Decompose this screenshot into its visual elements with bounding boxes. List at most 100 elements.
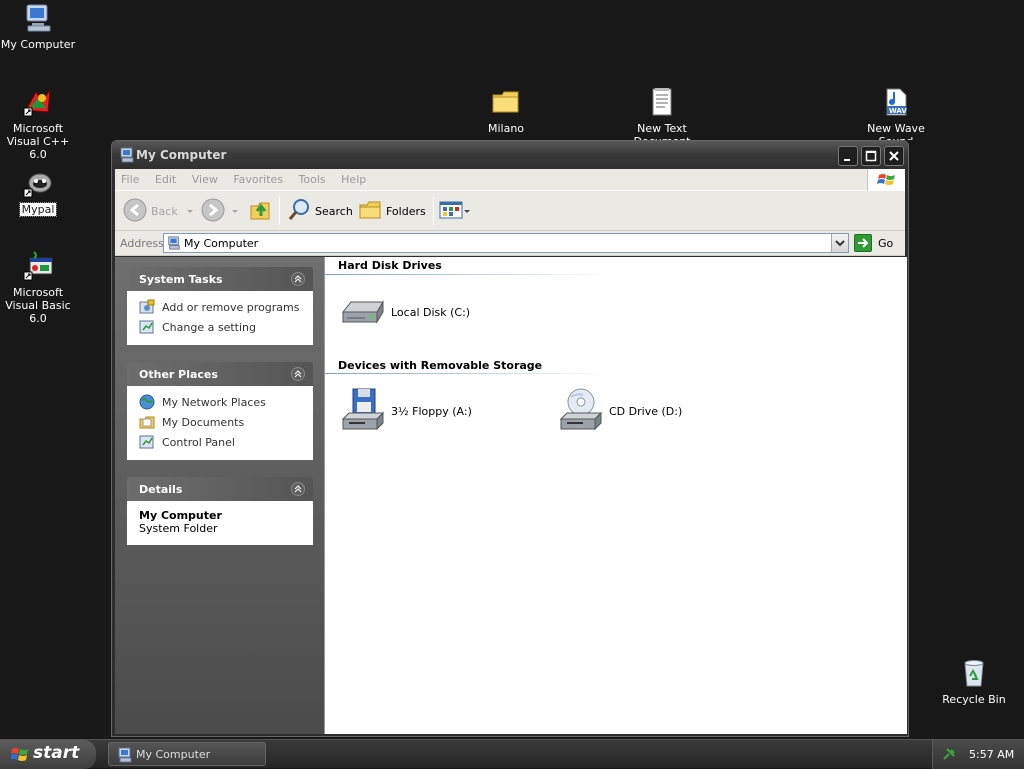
- desktop-icon-label: New Wave Sound: [867, 122, 925, 140]
- drive-label: CD Drive (D:): [609, 404, 683, 418]
- search-label: Search: [315, 204, 353, 218]
- my-network-places-link[interactable]: My Network Places: [139, 392, 303, 412]
- folders-button[interactable]: Folders: [358, 197, 426, 225]
- menu-favorites[interactable]: Favorites: [227, 169, 289, 186]
- forward-button[interactable]: [201, 197, 238, 225]
- control-panel-icon: [139, 434, 155, 450]
- control-panel-link[interactable]: Control Panel: [139, 432, 303, 452]
- system-tasks-panel: System Tasks Add or remove programs Chan…: [127, 267, 313, 345]
- my-documents-link[interactable]: My Documents: [139, 412, 303, 432]
- group-header-hard-disk-drives: Hard Disk Drives: [338, 259, 442, 272]
- details-type: System Folder: [139, 522, 218, 535]
- task-pane: System Tasks Add or remove programs Chan…: [115, 257, 324, 734]
- mypal-icon: [22, 167, 54, 199]
- collapse-chevron-icon[interactable]: [291, 482, 305, 496]
- svg-text:WAV: WAV: [889, 107, 907, 115]
- desktop-icon-label: Recycle Bin: [942, 693, 1006, 706]
- details-panel: Details My Computer System Folder: [127, 477, 313, 545]
- collapse-chevron-icon[interactable]: [291, 272, 305, 286]
- details-body: My Computer System Folder: [127, 501, 313, 545]
- desktop-icon-label: New Text Document: [634, 122, 691, 140]
- desktop-icon-label: Microsoft Visual Basic 6.0: [5, 286, 71, 325]
- start-button[interactable]: start: [0, 740, 96, 769]
- up-folder-icon: [249, 198, 273, 225]
- details-name: My Computer: [139, 509, 222, 522]
- safely-remove-hardware-icon[interactable]: [942, 747, 956, 761]
- my-computer-icon: [167, 236, 181, 250]
- views-icon: [439, 199, 463, 224]
- go-arrow-icon: [854, 234, 872, 252]
- views-button[interactable]: [439, 197, 470, 225]
- panel-title: System Tasks: [139, 273, 223, 286]
- window-titlebar[interactable]: My Computer: [112, 141, 908, 169]
- close-button[interactable]: [884, 146, 904, 166]
- floppy-drive-icon: [339, 387, 387, 435]
- taskbar-item-my-computer[interactable]: My Computer: [108, 742, 266, 766]
- taskbar: start My Computer 5:57 AM: [0, 739, 1024, 769]
- menu-edit[interactable]: Edit: [149, 169, 182, 186]
- search-button[interactable]: Search: [287, 197, 353, 225]
- desktop-icon-visual-cpp[interactable]: Microsoft Visual C++ 6.0: [0, 86, 80, 161]
- other-places-panel: Other Places My Network Places My Docume…: [127, 362, 313, 460]
- menu-view[interactable]: View: [186, 169, 224, 186]
- add-remove-programs-link[interactable]: Add or remove programs: [139, 297, 303, 317]
- back-button[interactable]: Back: [123, 197, 193, 225]
- up-folder-button[interactable]: [249, 197, 273, 225]
- search-icon: [287, 198, 311, 225]
- go-button[interactable]: Go: [854, 233, 893, 253]
- desktop-icon-recycle-bin[interactable]: Recycle Bin: [932, 657, 1016, 706]
- folders-label: Folders: [386, 204, 426, 218]
- desktop-icon-label: My Computer: [0, 38, 76, 51]
- desktop-icon-mypal[interactable]: Mypal: [0, 167, 80, 217]
- link-label: My Network Places: [162, 395, 266, 409]
- control-panel-icon: [139, 319, 155, 335]
- desktop-icon-my-computer[interactable]: My Computer: [0, 2, 80, 51]
- drive-label: 3½ Floppy (A:): [391, 404, 472, 418]
- minimize-button[interactable]: [838, 146, 858, 166]
- cd-drive-d-item[interactable]: CD Drive (D:): [557, 387, 682, 435]
- desktop-icon-visual-basic[interactable]: Microsoft Visual Basic 6.0: [0, 250, 80, 325]
- desktop-icon-label: Milano: [487, 122, 525, 135]
- floppy-a-item[interactable]: 3½ Floppy (A:): [339, 387, 472, 435]
- maximize-button[interactable]: [861, 146, 881, 166]
- panel-title: Details: [139, 483, 183, 496]
- other-places-header[interactable]: Other Places: [127, 362, 313, 386]
- group-header-removable-storage: Devices with Removable Storage: [338, 359, 543, 372]
- go-label: Go: [878, 236, 894, 250]
- my-computer-icon: [22, 2, 54, 34]
- change-setting-link[interactable]: Change a setting: [139, 317, 303, 337]
- my-computer-window: My Computer File Edit View Favorites Too…: [111, 140, 909, 737]
- address-label: Address: [120, 237, 164, 250]
- network-places-icon: [139, 394, 155, 410]
- chevron-down-icon: [464, 209, 470, 213]
- local-disk-c-item[interactable]: Local Disk (C:): [339, 288, 470, 336]
- clock[interactable]: 5:57 AM: [969, 748, 1014, 761]
- chevron-down-icon: [232, 209, 238, 213]
- desktop-icon-new-text-document[interactable]: New Text Document: [620, 86, 704, 140]
- desktop-icon-new-wave-sound[interactable]: WAV New Wave Sound: [854, 86, 938, 140]
- address-input[interactable]: My Computer: [163, 233, 849, 253]
- desktop-icon-milano[interactable]: Milano: [464, 86, 548, 135]
- system-tray: 5:57 AM: [932, 740, 1024, 769]
- system-tasks-header[interactable]: System Tasks: [127, 267, 313, 291]
- forward-arrow-icon: [201, 198, 225, 225]
- recycle-bin-icon: [958, 657, 990, 689]
- link-label: My Documents: [162, 415, 245, 429]
- wav-file-icon: WAV: [880, 86, 912, 118]
- toolbar-separator: [433, 197, 434, 225]
- panel-title: Other Places: [139, 368, 218, 381]
- group-divider: [325, 373, 607, 374]
- menu-file[interactable]: File: [115, 169, 145, 186]
- address-dropdown-button[interactable]: [831, 234, 848, 252]
- menu-bar: File Edit View Favorites Tools Help: [115, 169, 905, 191]
- details-header[interactable]: Details: [127, 477, 313, 501]
- chevron-down-icon: [186, 209, 193, 213]
- menu-help[interactable]: Help: [335, 169, 372, 186]
- windows-logo-icon: [867, 169, 905, 191]
- desktop-icon-label: Microsoft Visual C++ 6.0: [6, 122, 70, 161]
- menu-tools[interactable]: Tools: [293, 169, 332, 186]
- hard-disk-icon: [339, 288, 387, 336]
- group-divider: [325, 274, 607, 275]
- window-title: My Computer: [136, 148, 227, 162]
- collapse-chevron-icon[interactable]: [291, 367, 305, 381]
